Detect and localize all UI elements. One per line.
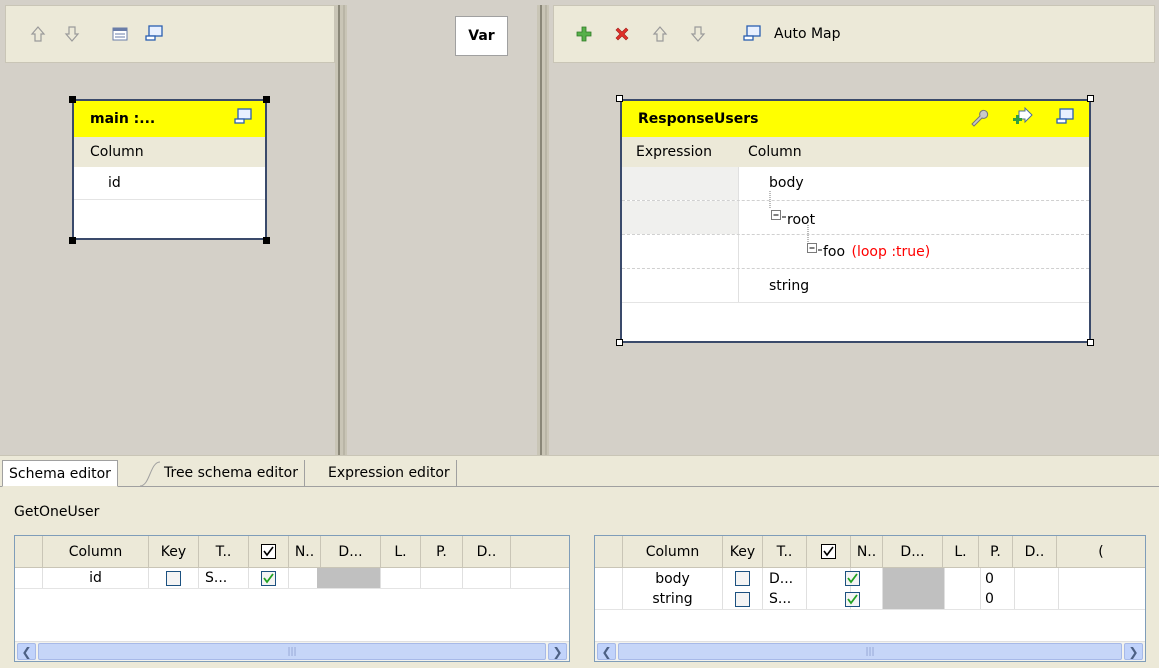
precision-cell[interactable]: 0 [981,568,1015,589]
column-name-cell[interactable]: string [623,589,723,609]
arrow-down-icon[interactable] [62,24,82,44]
horizontal-scrollbar[interactable]: ❮ ||| ❯ [595,641,1145,661]
scroll-left-icon[interactable]: ❮ [597,643,616,660]
column-name-cell[interactable]: body [623,568,723,589]
nullable-header[interactable]: N.. [851,536,883,567]
scroll-right-icon[interactable]: ❯ [548,643,567,660]
column-header: Column [748,144,802,160]
table-row[interactable]: body D... 0 [595,568,1145,589]
key-checkbox[interactable] [149,568,199,588]
check-icon [261,544,276,559]
type-cell[interactable]: D... [763,568,807,589]
arrow-up-icon[interactable] [650,24,670,44]
tab-expression-editor[interactable]: Expression editor [322,460,457,486]
auto-map-button[interactable]: Auto Map [774,26,841,42]
table-row[interactable]: id [74,167,265,200]
schema-title: GetOneUser [14,504,100,520]
minimize-icon[interactable] [1055,108,1075,130]
default-cell[interactable] [317,568,381,588]
extra-header[interactable]: ( [1057,536,1145,567]
precision-cell[interactable]: 0 [981,589,1015,609]
import-icon[interactable] [1011,106,1033,131]
nullable-checkbox[interactable] [807,589,860,609]
scroll-left-icon[interactable]: ❮ [17,643,36,660]
wrench-icon[interactable] [969,107,989,131]
date-pattern-header[interactable]: D.. [1013,536,1057,567]
input-table-header: main :... [74,101,265,137]
check-icon [821,544,836,559]
default-header[interactable]: D... [321,536,381,567]
default-cell[interactable] [883,568,945,589]
table-row[interactable] [74,200,265,228]
nullable-header[interactable]: N.. [289,536,321,567]
default-cell[interactable] [883,589,945,609]
type-cell[interactable]: S... [763,589,807,609]
delete-icon[interactable] [612,24,632,44]
table-row[interactable]: id S... [15,568,569,589]
key-header[interactable]: Key [723,536,763,567]
output-schema-table[interactable]: Column Key T.. N.. D... L. P. D.. ( body… [594,535,1146,662]
type-cell[interactable]: S... [199,568,249,588]
output-table-title: ResponseUsers [638,111,759,127]
output-table-header: ResponseUsers [622,101,1089,137]
key-checkbox[interactable] [723,568,763,589]
output-toolbar: Auto Map [553,5,1155,63]
checkbox-header[interactable] [249,536,289,567]
column-header[interactable]: Column [623,536,723,567]
input-table[interactable]: main :... Column id [72,99,267,240]
input-table-title: main :... [90,111,156,127]
column-name-cell[interactable]: id [43,568,149,588]
key-checkbox[interactable] [723,589,763,609]
date-pattern-header[interactable]: D.. [463,536,511,567]
length-header[interactable]: L. [943,536,979,567]
nullable-checkbox[interactable] [807,568,860,589]
var-pane [347,5,537,455]
type-header[interactable]: T.. [763,536,807,567]
nullable-checkbox[interactable] [249,568,289,588]
expression-header: Expression [636,144,712,160]
var-button[interactable]: Var [455,16,508,56]
type-header[interactable]: T.. [199,536,249,567]
input-schema-table[interactable]: Column Key T.. N.. D... L. P. D.. id S..… [14,535,570,662]
key-header[interactable]: Key [149,536,199,567]
default-header[interactable]: D... [883,536,943,567]
add-icon[interactable] [574,24,594,44]
minimize-icon[interactable] [144,24,164,44]
horizontal-scrollbar[interactable]: ❮ ||| ❯ [15,641,569,661]
arrow-up-icon[interactable] [28,24,48,44]
tab-tree-schema-editor[interactable]: Tree schema editor [158,460,305,486]
precision-header[interactable]: P. [979,536,1013,567]
output-table[interactable]: ResponseUsers Expression Column body roo… [620,99,1091,343]
table-icon[interactable] [110,24,130,44]
output-column-header: Expression Column [622,137,1089,167]
input-toolbar [5,5,335,63]
precision-header[interactable]: P. [421,536,463,567]
input-column-header: Column [74,137,265,167]
scroll-right-icon[interactable]: ❯ [1124,643,1143,660]
table-header: Column Key T.. N.. D... L. P. D.. ( [595,536,1145,568]
length-header[interactable]: L. [381,536,421,567]
arrow-down-icon[interactable] [688,24,708,44]
checkbox-header[interactable] [807,536,851,567]
tab-schema-editor[interactable]: Schema editor [2,460,118,487]
table-row[interactable]: string S... 0 [595,589,1145,610]
scroll-thumb[interactable]: ||| [618,643,1122,660]
table-header: Column Key T.. N.. D... L. P. D.. [15,536,569,568]
minimize-icon[interactable] [742,24,762,44]
minimize-icon[interactable] [233,108,253,130]
scroll-thumb[interactable]: ||| [38,643,546,660]
column-header[interactable]: Column [43,536,149,567]
